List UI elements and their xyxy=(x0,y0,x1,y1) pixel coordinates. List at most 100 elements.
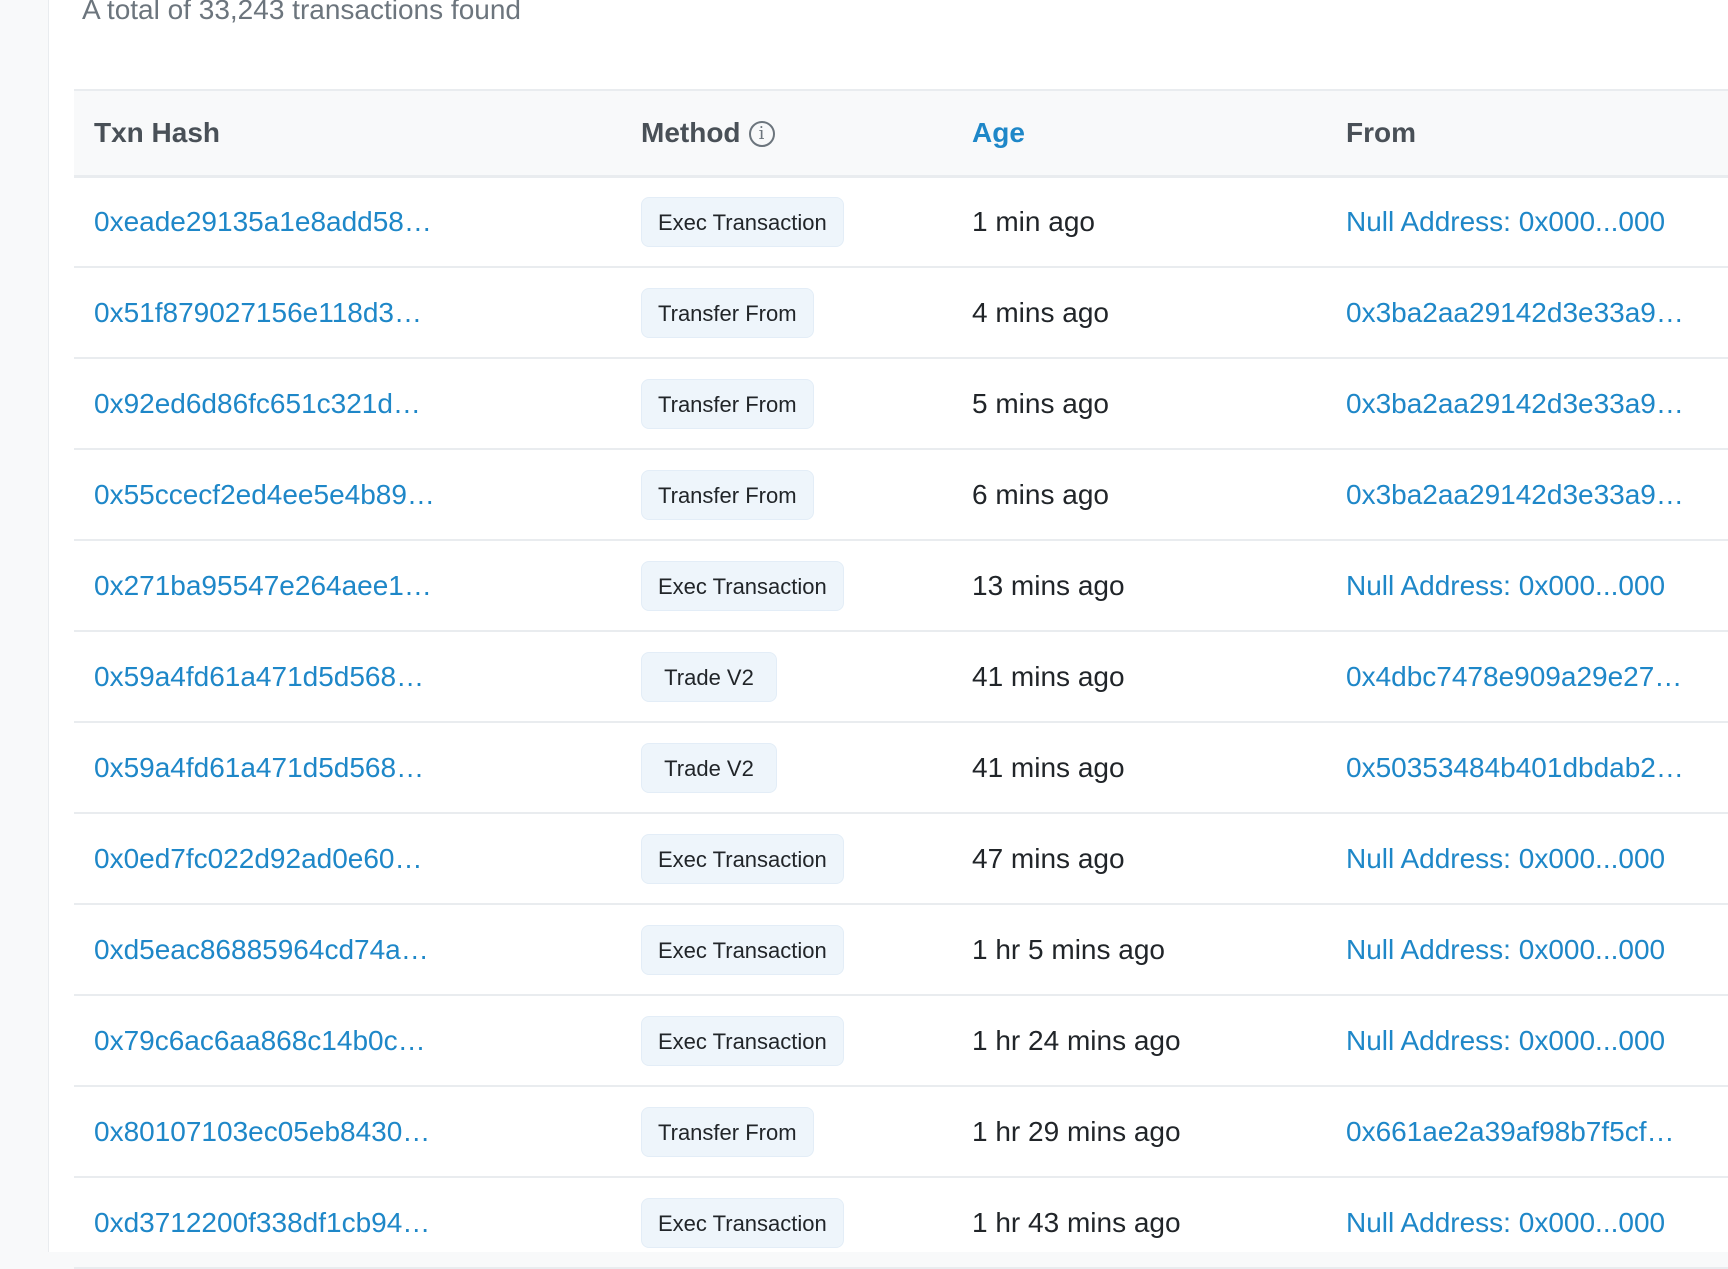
method-badge: Transfer From xyxy=(641,1106,814,1157)
age-cell: 1 min ago xyxy=(972,205,1095,237)
from-cell: 0x50353484b401dbdab2… xyxy=(1326,722,1728,813)
column-header-age[interactable]: Age xyxy=(952,90,1326,176)
transactions-table: Txn Hash Method i Age From 0xeade29135a1e… xyxy=(74,89,1728,1269)
from-cell: Null Address: 0x000...000 xyxy=(1326,995,1728,1086)
from-address-link[interactable]: 0x50353484b401dbdab2… xyxy=(1346,752,1684,783)
from-cell: 0x3ba2aa29142d3e33a9… xyxy=(1326,449,1728,540)
txn-hash-cell: 0x0ed7fc022d92ad0e60… xyxy=(74,813,621,904)
txn-hash-cell: 0x59a4fd61a471d5d568… xyxy=(74,722,621,813)
txn-hash-link[interactable]: 0xeade29135a1e8add58… xyxy=(94,206,432,237)
method-cell: Transfer From xyxy=(621,1086,952,1177)
age-cell: 47 mins ago xyxy=(972,842,1125,874)
method-cell: Transfer From xyxy=(621,449,952,540)
method-badge: Trade V2 xyxy=(641,651,777,702)
method-badge: Exec Transaction xyxy=(641,560,844,611)
method-badge: Exec Transaction xyxy=(641,1197,844,1248)
from-address-link[interactable]: 0x3ba2aa29142d3e33a9… xyxy=(1346,297,1684,328)
transactions-card: A total of 33,243 transactions found Txn… xyxy=(48,0,1728,1268)
method-cell: Transfer From xyxy=(621,267,952,358)
txn-hash-cell: 0xd5eac86885964cd74a… xyxy=(74,904,621,995)
age-cell: 1 hr 43 mins ago xyxy=(972,1206,1181,1238)
info-icon[interactable]: i xyxy=(748,120,775,147)
from-cell: 0x3ba2aa29142d3e33a9… xyxy=(1326,267,1728,358)
table-row: 0x92ed6d86fc651c321d… Transfer From 5 mins… xyxy=(74,358,1728,449)
from-address-link[interactable]: Null Address: 0x000...000 xyxy=(1346,1025,1665,1056)
table-row: 0x59a4fd61a471d5d568… Trade V2 41 mins ago… xyxy=(74,722,1728,813)
age-cell: 41 mins ago xyxy=(972,660,1125,692)
method-cell: Exec Transaction xyxy=(621,995,952,1086)
from-cell: Null Address: 0x000...000 xyxy=(1326,1177,1728,1268)
transactions-count-summary: A total of 33,243 transactions found xyxy=(82,0,521,25)
txn-hash-cell: 0x80107103ec05eb8430… xyxy=(74,1086,621,1177)
column-header-txn-hash: Txn Hash xyxy=(74,90,621,176)
from-address-link[interactable]: Null Address: 0x000...000 xyxy=(1346,1207,1665,1238)
txn-hash-link[interactable]: 0x79c6ac6aa868c14b0c… xyxy=(94,1025,426,1056)
txn-hash-link[interactable]: 0xd3712200f338df1cb94… xyxy=(94,1207,430,1238)
txn-hash-link[interactable]: 0xd5eac86885964cd74a… xyxy=(94,934,429,965)
table-row: 0x79c6ac6aa868c14b0c… Exec Transaction 1 h… xyxy=(74,995,1728,1086)
txn-hash-cell: 0xeade29135a1e8add58… xyxy=(74,176,621,267)
table-body: 0xeade29135a1e8add58… Exec Transaction 1 m… xyxy=(74,176,1728,1268)
transactions-table-wrapper: Txn Hash Method i Age From 0xeade29135a1e… xyxy=(74,89,1728,1269)
from-address-link[interactable]: Null Address: 0x000...000 xyxy=(1346,570,1665,601)
age-cell: 41 mins ago xyxy=(972,751,1125,783)
method-badge: Exec Transaction xyxy=(641,1015,844,1066)
method-cell: Trade V2 xyxy=(621,722,952,813)
left-gutter xyxy=(0,0,48,1252)
method-badge: Exec Transaction xyxy=(641,196,844,247)
age-cell: 5 mins ago xyxy=(972,387,1109,419)
column-header-from: From xyxy=(1326,90,1728,176)
table-header: Txn Hash Method i Age From xyxy=(74,90,1728,176)
method-badge: Transfer From xyxy=(641,469,814,520)
txn-hash-link[interactable]: 0x51f879027156e118d3… xyxy=(94,297,422,328)
age-cell: 13 mins ago xyxy=(972,569,1125,601)
method-cell: Trade V2 xyxy=(621,631,952,722)
method-badge: Trade V2 xyxy=(641,742,777,793)
table-row: 0x271ba95547e264aee1… Exec Transaction 13 … xyxy=(74,540,1728,631)
txn-hash-link[interactable]: 0x80107103ec05eb8430… xyxy=(94,1116,430,1147)
age-cell: 4 mins ago xyxy=(972,296,1109,328)
method-badge: Exec Transaction xyxy=(641,924,844,975)
from-cell: 0x4dbc7478e909a29e27… xyxy=(1326,631,1728,722)
txn-hash-cell: 0x92ed6d86fc651c321d… xyxy=(74,358,621,449)
method-badge: Transfer From xyxy=(641,378,814,429)
method-badge: Exec Transaction xyxy=(641,833,844,884)
txn-hash-link[interactable]: 0x0ed7fc022d92ad0e60… xyxy=(94,843,423,874)
age-cell: 1 hr 24 mins ago xyxy=(972,1024,1181,1056)
table-row: 0x59a4fd61a471d5d568… Trade V2 41 mins ago… xyxy=(74,631,1728,722)
from-address-link[interactable]: 0x661ae2a39af98b7f5cf… xyxy=(1346,1116,1675,1147)
table-header-row: Txn Hash Method i Age From xyxy=(74,90,1728,176)
method-cell: Transfer From xyxy=(621,358,952,449)
txn-hash-link[interactable]: 0x59a4fd61a471d5d568… xyxy=(94,752,424,783)
from-address-link[interactable]: Null Address: 0x000...000 xyxy=(1346,934,1665,965)
txn-hash-link[interactable]: 0x92ed6d86fc651c321d… xyxy=(94,388,421,419)
from-address-link[interactable]: 0x4dbc7478e909a29e27… xyxy=(1346,661,1682,692)
table-row: 0xeade29135a1e8add58… Exec Transaction 1 m… xyxy=(74,176,1728,267)
from-address-link[interactable]: Null Address: 0x000...000 xyxy=(1346,206,1665,237)
age-cell: 1 hr 29 mins ago xyxy=(972,1115,1181,1147)
from-cell: Null Address: 0x000...000 xyxy=(1326,540,1728,631)
column-header-age-label[interactable]: Age xyxy=(972,117,1025,148)
from-address-link[interactable]: 0x3ba2aa29142d3e33a9… xyxy=(1346,388,1684,419)
from-address-link[interactable]: Null Address: 0x000...000 xyxy=(1346,843,1665,874)
method-cell: Exec Transaction xyxy=(621,540,952,631)
txn-hash-cell: 0x55ccecf2ed4ee5e4b89… xyxy=(74,449,621,540)
txn-hash-link[interactable]: 0x59a4fd61a471d5d568… xyxy=(94,661,424,692)
from-cell: 0x3ba2aa29142d3e33a9… xyxy=(1326,358,1728,449)
table-row: 0x51f879027156e118d3… Transfer From 4 mins… xyxy=(74,267,1728,358)
age-cell: 6 mins ago xyxy=(972,478,1109,510)
column-header-from-label: From xyxy=(1346,116,1416,148)
from-address-link[interactable]: 0x3ba2aa29142d3e33a9… xyxy=(1346,479,1684,510)
txn-hash-link[interactable]: 0x55ccecf2ed4ee5e4b89… xyxy=(94,479,435,510)
table-row: 0x0ed7fc022d92ad0e60… Exec Transaction 47 … xyxy=(74,813,1728,904)
from-cell: Null Address: 0x000...000 xyxy=(1326,176,1728,267)
method-cell: Exec Transaction xyxy=(621,813,952,904)
method-cell: Exec Transaction xyxy=(621,176,952,267)
txn-hash-link[interactable]: 0x271ba95547e264aee1… xyxy=(94,570,432,601)
column-header-method-label: Method xyxy=(641,116,741,148)
age-cell: 1 hr 5 mins ago xyxy=(972,933,1165,965)
txn-hash-cell: 0xd3712200f338df1cb94… xyxy=(74,1177,621,1268)
table-row: 0x80107103ec05eb8430… Transfer From 1 hr 2… xyxy=(74,1086,1728,1177)
table-row: 0x55ccecf2ed4ee5e4b89… Transfer From 6 min… xyxy=(74,449,1728,540)
txn-hash-cell: 0x271ba95547e264aee1… xyxy=(74,540,621,631)
